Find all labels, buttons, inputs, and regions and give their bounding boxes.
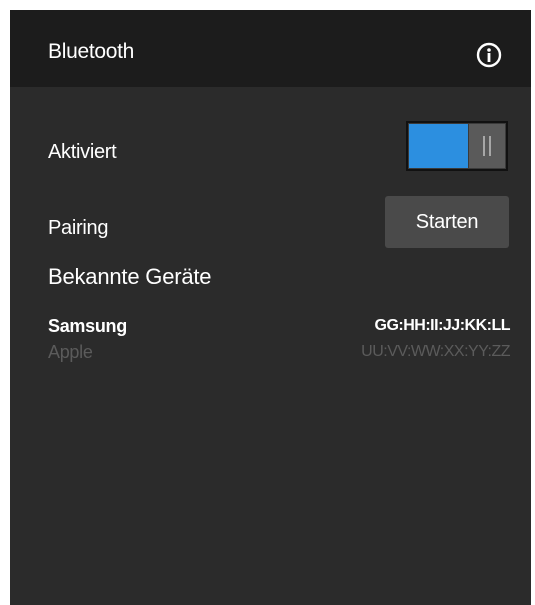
bluetooth-panel: Bluetooth Aktiviert Pairing Starten Beka… [10, 10, 531, 605]
device-name: Samsung [48, 316, 127, 336]
device-list-item[interactable]: Samsung GG:HH:II:JJ:KK:LL [48, 316, 511, 340]
panel-header: Bluetooth [10, 10, 531, 87]
known-devices-title: Bekannte Geräte [48, 264, 212, 289]
toggle-grip-line [489, 136, 491, 156]
info-icon-graphic [476, 42, 502, 68]
device-address: UU:VV:WW:XX:YY:ZZ [361, 343, 510, 360]
start-pairing-button[interactable]: Starten [385, 196, 509, 248]
bluetooth-enabled-toggle[interactable] [406, 121, 508, 171]
device-name: Apple [48, 342, 93, 362]
device-address: GG:HH:II:JJ:KK:LL [374, 317, 511, 334]
info-icon[interactable] [476, 42, 502, 68]
toggle-on-fill [409, 124, 468, 168]
toggle-grip-line [483, 136, 485, 156]
device-list-item[interactable]: Apple UU:VV:WW:XX:YY:ZZ [48, 342, 510, 366]
enabled-label: Aktiviert [48, 141, 117, 163]
pairing-label: Pairing [48, 217, 109, 239]
panel-title: Bluetooth [48, 40, 135, 63]
toggle-handle[interactable] [469, 124, 505, 168]
